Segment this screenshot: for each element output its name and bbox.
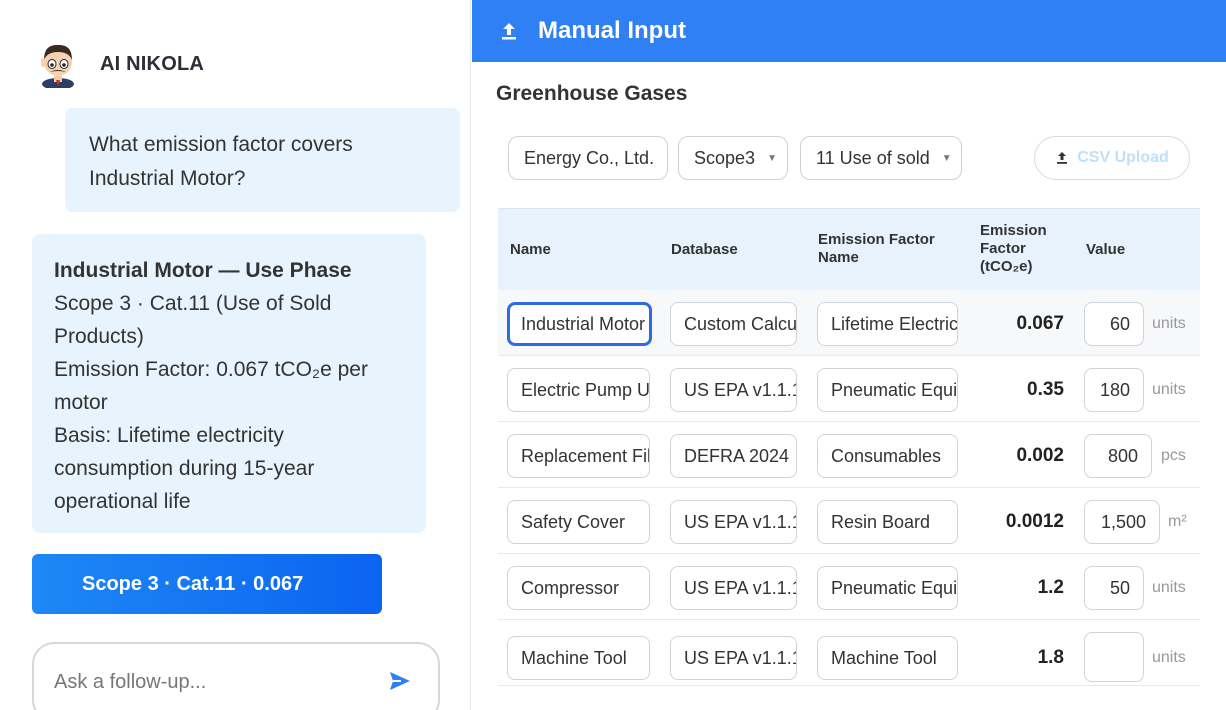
header-ef-line: Emission bbox=[980, 222, 1047, 239]
value-field[interactable]: 50 bbox=[1084, 566, 1144, 610]
unit-label: pcs bbox=[1161, 447, 1186, 464]
chevron-down-icon: ▼ bbox=[941, 152, 952, 164]
table-row: Electric Pump U US EPA v1.1.1 Pneumatic … bbox=[498, 356, 1200, 422]
ef-name-field[interactable]: Pneumatic Equi bbox=[817, 368, 958, 412]
followup-input[interactable] bbox=[54, 664, 374, 700]
value-field[interactable]: 800 bbox=[1084, 434, 1152, 478]
ai-reply: Industrial Motor — Use Phase Scope 3 · C… bbox=[32, 234, 426, 533]
value-field[interactable]: 1,500 bbox=[1084, 500, 1160, 544]
name-field[interactable]: Replacement Fil bbox=[507, 434, 650, 478]
ai-reply-line: operational life bbox=[54, 490, 191, 513]
header-ef: Emission Factor (tCO₂e) bbox=[980, 222, 1047, 276]
value-field[interactable]: 180 bbox=[1084, 368, 1144, 412]
unit-label: m² bbox=[1168, 513, 1187, 530]
emission-factor-value: 0.002 bbox=[1016, 445, 1064, 466]
header-ef-name: Emission Factor Name bbox=[818, 231, 935, 267]
header-value: Value bbox=[1086, 241, 1126, 258]
database-field[interactable]: Custom Calcu bbox=[670, 302, 797, 346]
ai-reply-line: motor bbox=[54, 391, 108, 414]
database-field[interactable]: DEFRA 2024 bbox=[670, 434, 797, 478]
upload-icon bbox=[1057, 152, 1068, 164]
header-ef-line: Factor bbox=[980, 240, 1026, 257]
ef-name-field[interactable]: Resin Board bbox=[817, 500, 958, 544]
name-field[interactable]: Machine Tool bbox=[507, 636, 650, 680]
ef-name-field[interactable]: Machine Tool bbox=[817, 636, 958, 680]
ai-reply-title: Industrial Motor — Use Phase bbox=[54, 259, 352, 282]
name-field[interactable]: Industrial Motor bbox=[507, 302, 652, 346]
category-select[interactable]: 11 Use of sold ▼ bbox=[800, 136, 962, 180]
table-row: Replacement Fil DEFRA 2024 Consumables 0… bbox=[498, 422, 1200, 488]
table-row: Compressor US EPA v1.1.1 Pneumatic Equi … bbox=[498, 554, 1200, 620]
emission-factor-value: 1.8 bbox=[1037, 647, 1064, 668]
apply-factor-button[interactable]: Scope 3 · Cat.11 · 0.067 bbox=[32, 554, 382, 614]
manual-input-panel: Manual Input Greenhouse Gases Energy Co.… bbox=[472, 0, 1226, 710]
scope-select[interactable]: Scope3 ▼ bbox=[678, 136, 788, 180]
database-field[interactable]: US EPA v1.1.1 bbox=[670, 566, 797, 610]
page-title: Manual Input bbox=[538, 17, 686, 44]
user-message-line: Industrial Motor? bbox=[89, 167, 246, 190]
database-field[interactable]: US EPA v1.1.1 bbox=[670, 368, 797, 412]
upload-icon bbox=[502, 23, 516, 40]
header-name: Name bbox=[510, 241, 551, 258]
ef-name-field[interactable]: Pneumatic Equi bbox=[817, 566, 958, 610]
header-ef-line: (tCO₂e) bbox=[980, 258, 1033, 275]
header-ef-name-line: Emission Factor bbox=[818, 231, 935, 248]
table-header: Name Database Emission Factor Name Emiss… bbox=[498, 208, 1200, 290]
csv-upload-label: CSV Upload bbox=[1077, 149, 1169, 166]
ai-reply-line: Basis: Lifetime electricity bbox=[54, 424, 284, 447]
name-field[interactable]: Compressor bbox=[507, 566, 650, 610]
ef-name-field[interactable]: Lifetime Electric bbox=[817, 302, 958, 346]
ef-name-field[interactable]: Consumables bbox=[817, 434, 958, 478]
value-field[interactable] bbox=[1084, 632, 1144, 682]
agent-avatar bbox=[41, 44, 74, 88]
emission-factor-value: 0.067 bbox=[1016, 313, 1064, 334]
user-message: What emission factor covers Industrial M… bbox=[65, 108, 460, 212]
chevron-down-icon: ▼ bbox=[767, 152, 777, 164]
name-field[interactable]: Electric Pump U bbox=[507, 368, 650, 412]
send-icon[interactable] bbox=[388, 669, 412, 693]
followup-box bbox=[32, 642, 440, 710]
value-field[interactable]: 60 bbox=[1084, 302, 1144, 346]
chat-panel: AI NIKOLA What emission factor covers In… bbox=[0, 0, 471, 710]
table-row: Safety Cover US EPA v1.1.1 Resin Board 0… bbox=[498, 488, 1200, 554]
csv-upload-button[interactable]: CSV Upload bbox=[1034, 136, 1190, 180]
user-message-line: What emission factor covers bbox=[89, 133, 353, 156]
emissions-table: Name Database Emission Factor Name Emiss… bbox=[498, 208, 1200, 686]
table-row: Industrial Motor Custom Calcu Lifetime E… bbox=[498, 290, 1200, 356]
emission-factor-value: 0.35 bbox=[1027, 379, 1064, 400]
header-database: Database bbox=[671, 241, 738, 258]
unit-label: units bbox=[1152, 315, 1186, 332]
database-field[interactable]: US EPA v1.1.1 bbox=[670, 500, 797, 544]
unit-label: units bbox=[1152, 579, 1186, 596]
ai-reply-line: consumption during 15-year bbox=[54, 457, 315, 480]
ai-reply-line: Products) bbox=[54, 325, 144, 348]
emission-factor-value: 0.0012 bbox=[1005, 511, 1064, 532]
emission-factor-value: 1.2 bbox=[1037, 577, 1064, 598]
unit-label: units bbox=[1152, 649, 1186, 666]
ai-reply-line: Scope 3 · Cat.11 (Use of Sold bbox=[54, 292, 332, 315]
section-title: Greenhouse Gases bbox=[496, 82, 688, 105]
database-field[interactable]: US EPA v1.1.1 bbox=[670, 636, 797, 680]
company-select-value: Energy Co., Ltd. bbox=[524, 147, 655, 168]
category-select-value: 11 Use of sold bbox=[816, 147, 930, 168]
unit-label: units bbox=[1152, 381, 1186, 398]
company-select[interactable]: Energy Co., Ltd. bbox=[508, 136, 668, 180]
header-ef-name-line: Name bbox=[818, 249, 859, 266]
ai-reply-line: Emission Factor: 0.067 tCO₂e per bbox=[54, 358, 368, 381]
scope-select-value: Scope3 bbox=[694, 147, 756, 168]
header-bar: Manual Input bbox=[472, 0, 1226, 62]
agent-header: AI NIKOLA bbox=[36, 40, 204, 88]
name-field[interactable]: Safety Cover bbox=[507, 500, 650, 544]
agent-name: AI NIKOLA bbox=[100, 52, 205, 75]
table-row: Machine Tool US EPA v1.1.1 Machine Tool … bbox=[498, 620, 1200, 686]
